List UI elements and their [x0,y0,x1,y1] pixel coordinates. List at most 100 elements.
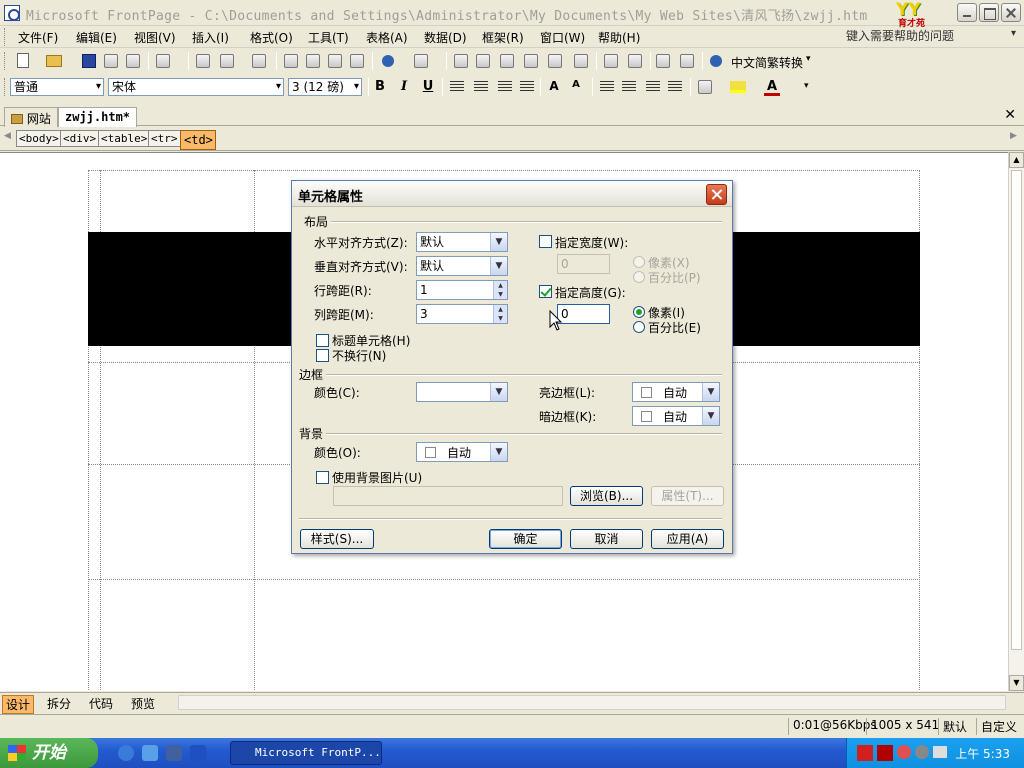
bg-image-label[interactable]: 使用背景图片(U) [332,469,422,486]
view-code-tab[interactable]: 代码 [86,695,116,712]
show-all-icon[interactable] [656,54,670,68]
properties-button[interactable]: 属性(T)... [651,486,724,506]
open-folder-icon[interactable] [46,55,62,67]
vertical-scrollbar[interactable]: ▲ ▼ [1008,152,1024,691]
input-method-icon[interactable] [857,745,873,761]
browse-button[interactable]: 浏览(B)... [570,486,643,506]
underline-button[interactable]: U [420,79,436,94]
undo-icon[interactable] [382,55,394,67]
menu-window[interactable]: 窗口(W) [540,29,585,46]
tab-zwjj[interactable]: zwjj.htm* [58,107,138,127]
increase-font-icon[interactable]: A [546,79,562,93]
publish-icon[interactable] [126,54,140,68]
chinese-convert-button[interactable]: 中文简繁转换 [731,54,803,71]
tray-icon[interactable] [915,745,929,759]
rowspan-input[interactable]: 1 ▲ ▼ [416,280,508,300]
spin-arrows-icon[interactable]: ▲ ▼ [493,305,507,323]
italic-button[interactable]: I [396,79,412,94]
v-align-select[interactable]: 默认 ▼ [416,256,508,276]
view-split-tab[interactable]: 拆分 [44,695,74,712]
bg-color-select[interactable]: 自动 ▼ [416,442,508,462]
height-percent-radio[interactable] [633,321,645,333]
align-center-icon[interactable] [474,81,488,93]
chevron-down-icon[interactable]: ▾ [804,81,809,91]
paste-icon[interactable] [328,54,342,68]
dialog-close-button[interactable] [706,184,727,205]
dialog-titlebar[interactable]: 单元格属性 [292,181,732,207]
help-icon[interactable] [710,55,722,67]
bg-image-checkbox[interactable] [316,471,329,484]
chevron-down-icon[interactable]: ▼ [490,383,507,401]
dark-border-select[interactable]: 自动 ▼ [632,406,720,426]
scroll-thumb[interactable] [1011,170,1022,650]
insert-table-icon[interactable] [476,54,490,68]
clock[interactable]: 上午 5:33 [955,745,1010,762]
toolbar-grip[interactable] [4,52,7,70]
view-design-tab[interactable]: 设计 [2,695,35,714]
light-border-select[interactable]: 自动 ▼ [632,382,720,402]
frontpage-quick-icon[interactable] [166,745,182,761]
bold-button[interactable]: B [372,79,388,94]
align-left-icon[interactable] [450,81,464,93]
tag-div[interactable]: <div> [60,130,100,147]
menu-frames[interactable]: 框架(R) [482,29,524,46]
help-search-input[interactable]: 键入需要帮助的问题 [842,27,1020,45]
close-tab-icon[interactable]: ✕ [1004,107,1016,123]
colspan-input[interactable]: 3 ▲ ▼ [416,304,508,324]
format-painter-icon[interactable] [350,54,364,68]
hyperlink-icon[interactable] [574,54,588,68]
tab-website[interactable]: 网站 [4,107,58,127]
chevron-down-icon[interactable]: ▼ [490,443,507,461]
nowrap-label[interactable]: 不换行(N) [332,347,386,364]
menu-edit[interactable]: 编辑(E) [76,29,117,46]
font-size-select[interactable]: 3 (12 磅) [288,78,362,96]
spelling-icon[interactable] [252,54,266,68]
specify-width-checkbox[interactable] [539,235,552,248]
h-align-select[interactable]: 默认 ▼ [416,232,508,252]
tag-td[interactable]: <td> [180,130,216,150]
tag-body[interactable]: <body> [16,130,62,147]
tag-scroll-right-icon[interactable]: ▶ [1010,131,1017,141]
toolbar-grip[interactable] [4,78,7,96]
stop-icon[interactable] [628,54,642,68]
width-input[interactable]: 0 [557,254,610,274]
align-right-icon[interactable] [498,81,512,93]
font-color-icon[interactable]: A [764,79,780,96]
menu-table[interactable]: 表格(A) [366,29,408,46]
menubar-grip[interactable] [4,28,7,46]
tag-scroll-left-icon[interactable]: ◀ [4,131,11,141]
maximize-button[interactable] [979,3,999,22]
decrease-font-icon[interactable]: A [568,79,584,90]
drawing-icon[interactable] [548,54,562,68]
tag-tr[interactable]: <tr> [148,130,181,147]
page-size[interactable]: 1005 x 541 [866,718,943,735]
apply-button[interactable]: 应用(A) [651,529,724,549]
close-window-button[interactable] [1001,3,1021,22]
nowrap-checkbox[interactable] [316,349,329,362]
redo-icon[interactable] [414,54,428,68]
frontpage-app-icon[interactable] [4,5,20,21]
specify-height-label[interactable]: 指定高度(G): [555,284,626,301]
ok-button[interactable]: 确定 [489,529,562,549]
scroll-up-icon[interactable]: ▲ [1009,152,1024,168]
borders-icon[interactable] [698,80,712,94]
font-select[interactable]: 宋体 [108,78,284,96]
refresh-icon[interactable] [604,54,618,68]
style-select[interactable]: 普通 [10,78,104,96]
border-color-select[interactable]: ▼ [416,382,508,402]
height-input[interactable]: 0 [557,304,610,324]
cn-icon[interactable] [877,745,893,761]
print-icon[interactable] [196,54,210,68]
menu-format[interactable]: 格式(O) [250,29,293,46]
bullets-icon[interactable] [622,81,636,93]
minimize-button[interactable] [957,3,977,22]
header-cell-checkbox[interactable] [316,334,329,347]
style-button[interactable]: 样式(S)... [300,529,374,549]
menu-help[interactable]: 帮助(H) [598,29,640,46]
folder-list-icon[interactable] [156,54,170,68]
spin-arrows-icon[interactable]: ▲ ▼ [493,281,507,299]
horizontal-scrollbar[interactable] [178,695,1006,710]
save-icon[interactable] [82,54,96,68]
insert-picture-icon[interactable] [524,54,538,68]
menu-tools[interactable]: 工具(T) [308,29,349,46]
